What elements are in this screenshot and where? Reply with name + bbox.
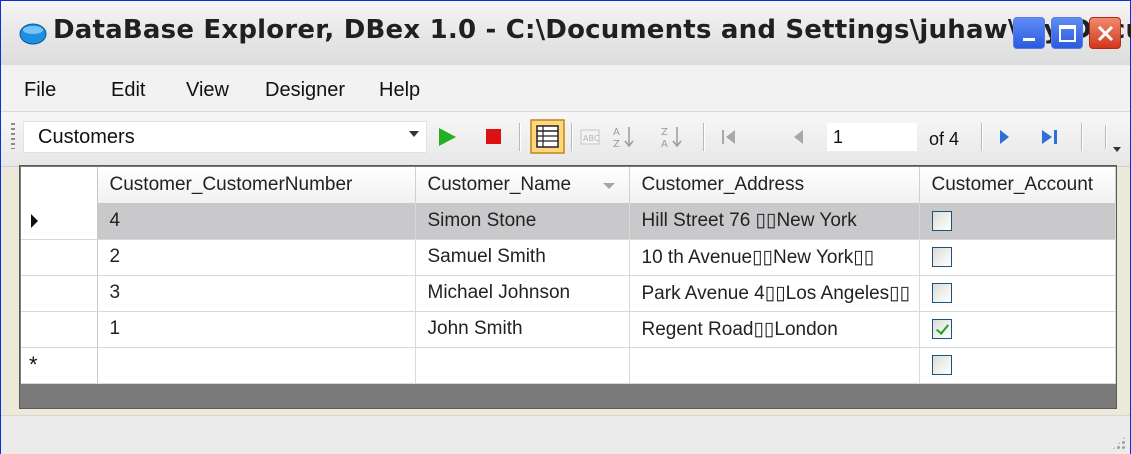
cell-customer-number[interactable]: 2 bbox=[97, 239, 416, 276]
menu-bar bbox=[1, 65, 1130, 111]
last-record-icon[interactable] bbox=[1037, 125, 1065, 149]
cell-customer-account[interactable] bbox=[919, 311, 1116, 348]
svg-text:Z: Z bbox=[661, 127, 668, 138]
previous-record-icon[interactable] bbox=[787, 125, 811, 149]
cell-customer-address[interactable]: Park Avenue 4▯▯Los Angeles▯▯ bbox=[629, 275, 920, 312]
page-number-input[interactable] bbox=[827, 123, 917, 151]
first-record-icon[interactable] bbox=[717, 125, 741, 149]
menu-view[interactable]: View bbox=[186, 79, 229, 102]
menu-file[interactable]: File bbox=[24, 79, 56, 102]
table-selector[interactable]: Customers bbox=[23, 121, 427, 153]
sort-indicator-icon bbox=[602, 183, 615, 189]
toolbar-separator bbox=[1105, 125, 1106, 149]
chevron-down-icon[interactable] bbox=[409, 131, 419, 137]
status-bar bbox=[1, 415, 1130, 454]
cell-customer-name[interactable]: Michael Johnson bbox=[415, 275, 630, 312]
cell-customer-number[interactable]: 4 bbox=[97, 203, 416, 240]
svg-text:Z: Z bbox=[613, 139, 620, 150]
table-row[interactable]: 4 Simon Stone Hill Street 76 ▯▯New York bbox=[21, 203, 1116, 240]
grid-view-icon[interactable] bbox=[530, 119, 566, 155]
sort-descending-icon[interactable]: Z A bbox=[659, 123, 687, 151]
svg-text:A: A bbox=[613, 127, 620, 138]
title-bar[interactable]: DataBase Explorer, DBex 1.0 - C:\Documen… bbox=[1, 1, 1131, 66]
cell-customer-address[interactable] bbox=[629, 347, 920, 384]
toolbar-separator bbox=[519, 123, 520, 151]
svg-text:A: A bbox=[661, 139, 668, 150]
toolbar-separator bbox=[571, 123, 572, 151]
cell-customer-name[interactable]: John Smith bbox=[415, 311, 630, 348]
run-icon[interactable] bbox=[435, 125, 459, 149]
toolbar-overflow-icon[interactable] bbox=[1113, 147, 1121, 152]
table-row[interactable]: 2 Samuel Smith 10 th Avenue▯▯New York▯▯ bbox=[21, 239, 1116, 276]
cell-customer-number[interactable] bbox=[97, 347, 416, 384]
toolbar-separator bbox=[703, 123, 704, 151]
maximize-icon bbox=[1059, 25, 1076, 42]
row-header-corner[interactable] bbox=[21, 167, 98, 203]
cell-customer-account[interactable] bbox=[919, 239, 1116, 276]
row-header[interactable] bbox=[21, 275, 98, 312]
column-header-customer-number[interactable]: Customer_CustomerNumber bbox=[97, 167, 416, 203]
database-icon bbox=[19, 23, 47, 45]
table-row[interactable]: 1 John Smith Regent Road▯▯London bbox=[21, 311, 1116, 348]
data-grid: Customer_CustomerNumber Customer_Name Cu… bbox=[21, 167, 1116, 384]
toolbar-grip[interactable] bbox=[11, 123, 15, 149]
cell-customer-number[interactable]: 3 bbox=[97, 275, 416, 312]
sort-ascending-icon[interactable]: A Z bbox=[611, 123, 639, 151]
edit-text-icon[interactable]: ABC bbox=[579, 125, 603, 149]
cell-customer-account[interactable] bbox=[919, 203, 1116, 240]
row-header[interactable] bbox=[21, 311, 98, 348]
toolbar-separator bbox=[1081, 123, 1082, 151]
cell-customer-account[interactable] bbox=[919, 275, 1116, 312]
svg-text:ABC: ABC bbox=[583, 134, 600, 143]
maximize-button[interactable] bbox=[1051, 17, 1083, 49]
menu-help[interactable]: Help bbox=[379, 79, 420, 102]
column-header-customer-account[interactable]: Customer_Account bbox=[919, 167, 1116, 203]
application-window: DataBase Explorer, DBex 1.0 - C:\Documen… bbox=[0, 0, 1131, 454]
cell-customer-number[interactable]: 1 bbox=[97, 311, 416, 348]
row-header[interactable]: * bbox=[21, 347, 98, 384]
stop-icon[interactable] bbox=[485, 128, 503, 146]
page-count-label: of 4 bbox=[929, 129, 960, 149]
cell-customer-address[interactable]: 10 th Avenue▯▯New York▯▯ bbox=[629, 239, 920, 276]
column-header-customer-name[interactable]: Customer_Name bbox=[415, 167, 630, 203]
close-icon bbox=[1097, 25, 1114, 42]
cell-customer-name[interactable]: Simon Stone bbox=[415, 203, 630, 240]
cell-customer-address[interactable]: Hill Street 76 ▯▯New York bbox=[629, 203, 920, 240]
table-row[interactable]: 3 Michael Johnson Park Avenue 4▯▯Los Ang… bbox=[21, 275, 1116, 312]
cell-customer-account[interactable] bbox=[919, 347, 1116, 384]
next-record-icon[interactable] bbox=[993, 125, 1017, 149]
toolbar-separator bbox=[981, 123, 982, 151]
cell-customer-address[interactable]: Regent Road▯▯London bbox=[629, 311, 920, 348]
table-selector-value: Customers bbox=[38, 126, 135, 148]
new-row-marker-icon: * bbox=[29, 352, 38, 377]
account-checkbox[interactable] bbox=[931, 210, 952, 231]
minimize-icon bbox=[1023, 38, 1035, 41]
cell-customer-name[interactable] bbox=[415, 347, 630, 384]
grid-header-row: Customer_CustomerNumber Customer_Name Cu… bbox=[21, 167, 1116, 203]
current-row-indicator-icon bbox=[31, 213, 38, 228]
cell-customer-name[interactable]: Samuel Smith bbox=[415, 239, 630, 276]
close-button[interactable] bbox=[1089, 17, 1121, 49]
new-row[interactable]: * bbox=[21, 347, 1116, 384]
account-checkbox[interactable] bbox=[931, 246, 952, 267]
menu-edit[interactable]: Edit bbox=[111, 79, 145, 102]
row-header[interactable] bbox=[21, 203, 98, 240]
row-header[interactable] bbox=[21, 239, 98, 276]
minimize-button[interactable] bbox=[1013, 17, 1045, 49]
column-header-customer-address[interactable]: Customer_Address bbox=[629, 167, 920, 203]
window-title: DataBase Explorer, DBex 1.0 - C:\Documen… bbox=[53, 15, 1131, 45]
account-checkbox-checked[interactable] bbox=[931, 318, 952, 339]
account-checkbox[interactable] bbox=[931, 282, 952, 303]
column-header-label: Customer_Name bbox=[427, 174, 572, 195]
menu-designer[interactable]: Designer bbox=[265, 79, 345, 102]
account-checkbox[interactable] bbox=[931, 354, 952, 375]
